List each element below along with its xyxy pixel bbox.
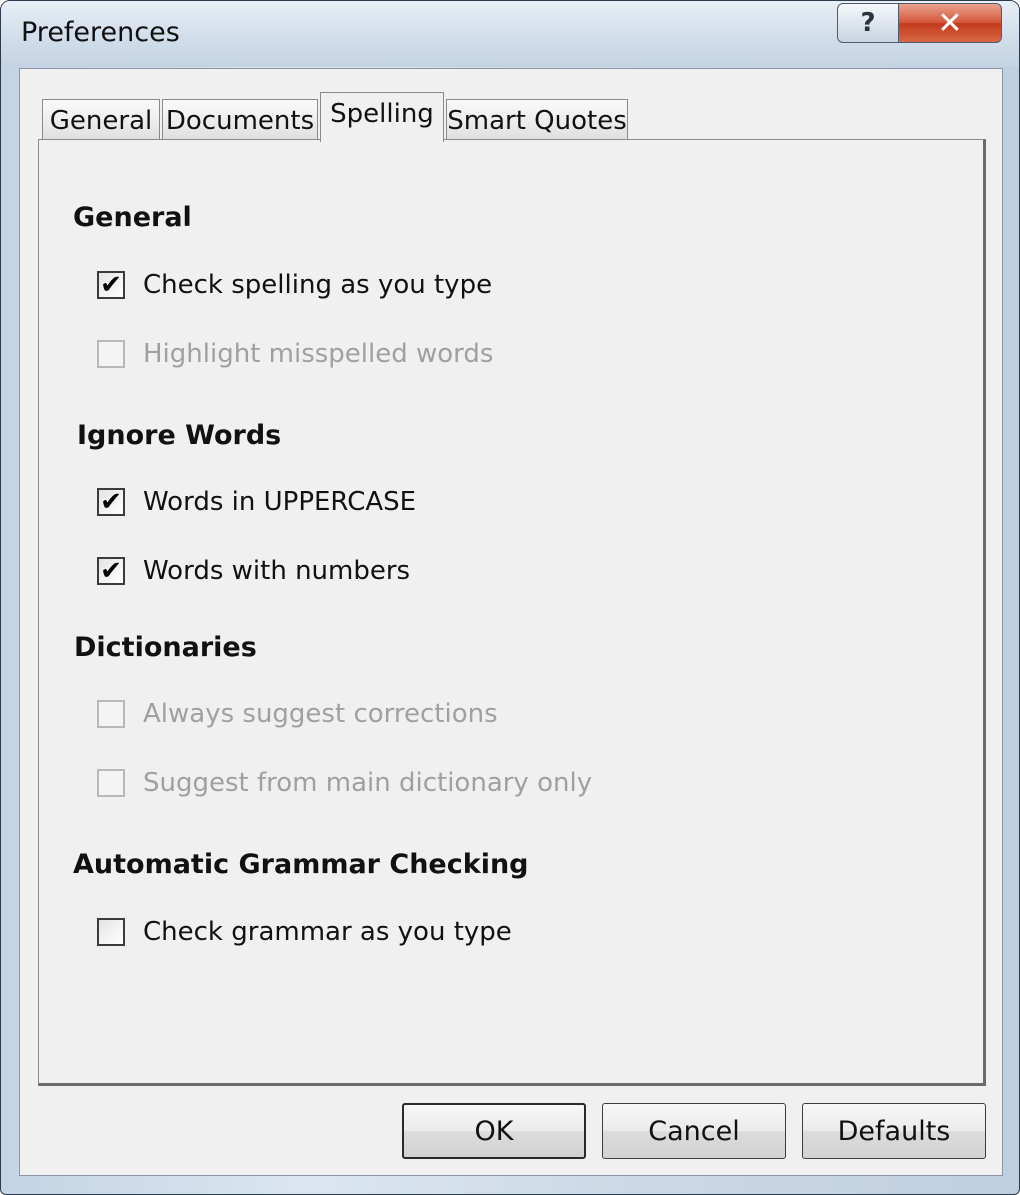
option-words-uppercase[interactable]: ✔ Words in UPPERCASE — [97, 485, 416, 519]
help-icon: ? — [860, 8, 876, 38]
tab-spelling[interactable]: Spelling — [320, 92, 444, 142]
checkmark-icon: ✔ — [100, 270, 122, 300]
tab-smart-quotes[interactable]: Smart Quotes — [446, 99, 628, 141]
option-check-spelling[interactable]: ✔ Check spelling as you type — [97, 268, 492, 302]
highlight-misspelled-label: Highlight misspelled words — [143, 339, 494, 369]
cancel-button[interactable]: Cancel — [602, 1103, 786, 1159]
tab-general[interactable]: General — [42, 99, 160, 141]
always-suggest-checkbox — [97, 700, 125, 728]
main-dictionary-checkbox — [97, 769, 125, 797]
section-heading-grammar: Automatic Grammar Checking — [73, 849, 529, 880]
defaults-button[interactable]: Defaults — [802, 1103, 986, 1159]
section-heading-ignore-words: Ignore Words — [77, 420, 282, 451]
ok-button[interactable]: OK — [402, 1103, 586, 1159]
close-icon: ✕ — [937, 5, 963, 41]
words-numbers-label: Words with numbers — [143, 556, 411, 586]
check-spelling-label: Check spelling as you type — [143, 270, 493, 300]
help-button[interactable]: ? — [837, 3, 899, 43]
option-highlight-misspelled: Highlight misspelled words — [97, 337, 493, 371]
dialog-body: General Documents Spelling Smart Quotes … — [19, 68, 1003, 1176]
option-words-numbers[interactable]: ✔ Words with numbers — [97, 554, 410, 588]
check-grammar-checkbox[interactable] — [97, 918, 125, 946]
highlight-misspelled-checkbox — [97, 340, 125, 368]
section-heading-dictionaries: Dictionaries — [74, 632, 257, 663]
option-main-dictionary: Suggest from main dictionary only — [97, 766, 592, 800]
tab-strip: General Documents Spelling Smart Quotes — [42, 91, 630, 142]
words-uppercase-label: Words in UPPERCASE — [143, 487, 417, 517]
dialog-title: Preferences — [21, 17, 180, 48]
check-grammar-label: Check grammar as you type — [143, 917, 512, 947]
tab-documents[interactable]: Documents — [162, 99, 318, 141]
section-heading-general: General — [73, 202, 192, 233]
checkmark-icon: ✔ — [100, 556, 122, 586]
option-always-suggest: Always suggest corrections — [97, 697, 498, 731]
title-bar[interactable]: Preferences ? ✕ — [1, 1, 1019, 67]
spelling-panel: General ✔ Check spelling as you type Hig… — [38, 139, 986, 1086]
words-uppercase-checkbox[interactable]: ✔ — [97, 488, 125, 516]
preferences-dialog: Preferences ? ✕ General Documents Spelli… — [0, 0, 1020, 1195]
option-check-grammar[interactable]: Check grammar as you type — [97, 915, 512, 949]
main-dictionary-label: Suggest from main dictionary only — [143, 768, 593, 798]
always-suggest-label: Always suggest corrections — [143, 699, 498, 729]
words-numbers-checkbox[interactable]: ✔ — [97, 557, 125, 585]
check-spelling-checkbox[interactable]: ✔ — [97, 271, 125, 299]
checkmark-icon: ✔ — [100, 487, 122, 517]
close-button[interactable]: ✕ — [898, 3, 1002, 43]
